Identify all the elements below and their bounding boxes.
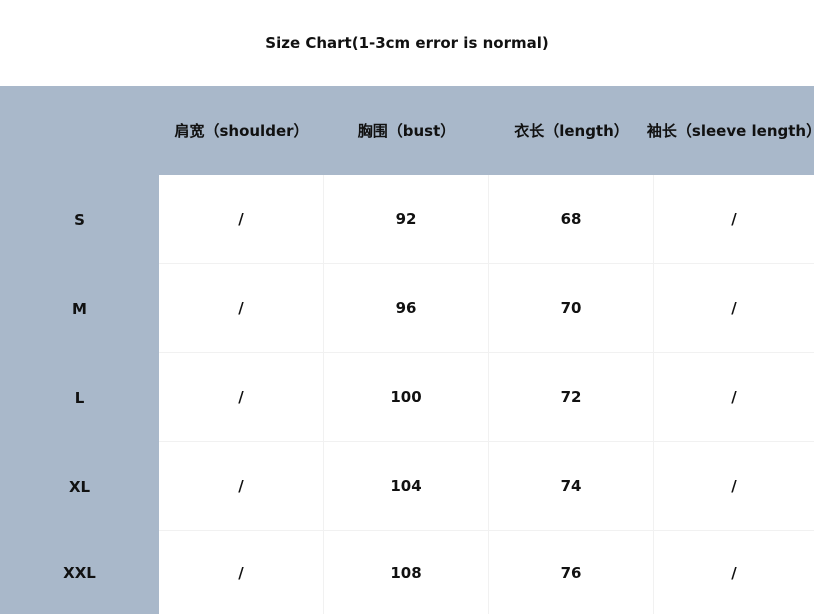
table-header-shoulder: 肩宽（shoulder）: [159, 86, 324, 175]
table-cell-bust: 108: [324, 531, 489, 614]
table-cell-length: 74: [489, 442, 654, 531]
table-header-bust: 胸围（bust）: [324, 86, 489, 175]
table-cell-shoulder: /: [159, 531, 324, 614]
size-label-l: L: [0, 353, 159, 442]
table-cell-shoulder: /: [159, 442, 324, 531]
table-cell-bust: 96: [324, 264, 489, 353]
table-cell-bust: 104: [324, 442, 489, 531]
table-cell-sleeve-length: /: [654, 353, 814, 442]
table-cell-sleeve-length: /: [654, 175, 814, 264]
size-label-m: M: [0, 264, 159, 353]
table-cell-length: 70: [489, 264, 654, 353]
table-header-label: 胸围（bust）: [357, 122, 456, 140]
table-header-sleeve-length: 袖长（sleeve length）: [647, 86, 814, 175]
size-chart-page: Size Chart(1-3cm error is normal) 肩宽（sho…: [0, 0, 814, 614]
table-cell-sleeve-length: /: [654, 531, 814, 614]
table-cell-length: 68: [489, 175, 654, 264]
size-label-s: S: [0, 175, 159, 264]
size-label-xxl: XXL: [0, 531, 159, 614]
table-cell-shoulder: /: [159, 264, 324, 353]
table-cell-shoulder: /: [159, 353, 324, 442]
table-cell-bust: 92: [324, 175, 489, 264]
table-cell-shoulder: /: [159, 175, 324, 264]
table-cell-sleeve-length: /: [654, 264, 814, 353]
table-cell-bust: 100: [324, 353, 489, 442]
size-label-xl: XL: [0, 442, 159, 531]
table-cell-length: 76: [489, 531, 654, 614]
page-title: Size Chart(1-3cm error is normal): [265, 34, 549, 52]
table-header-label: 肩宽（shoulder）: [174, 122, 309, 140]
size-chart-table: 肩宽（shoulder） 胸围（bust） 衣长（length） 袖长（slee…: [0, 86, 814, 614]
table-header-label: 衣长（length）: [514, 122, 629, 140]
table-header-empty: [0, 86, 159, 175]
table-header-label: 袖长（sleeve length）: [646, 122, 814, 140]
table-cell-length: 72: [489, 353, 654, 442]
table-header-length: 衣长（length）: [489, 86, 654, 175]
table-cell-sleeve-length: /: [654, 442, 814, 531]
